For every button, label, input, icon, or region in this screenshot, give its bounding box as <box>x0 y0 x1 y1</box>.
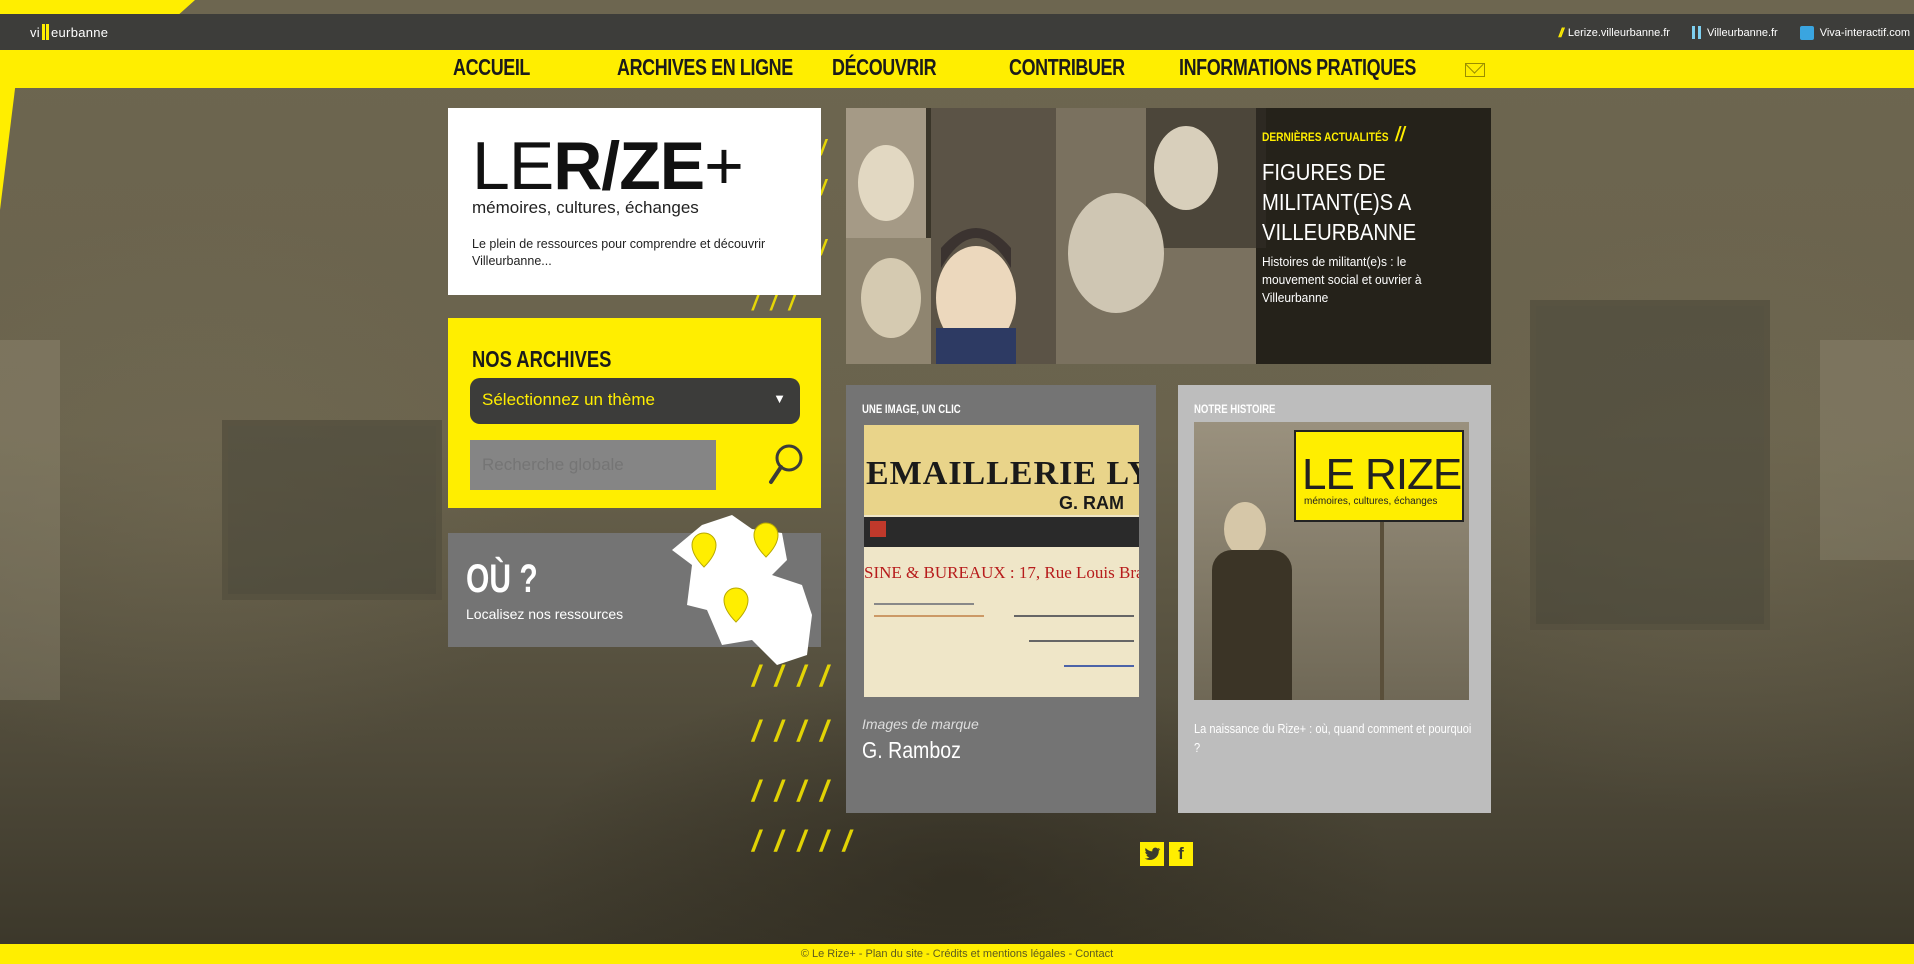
decor-slashes: / / / / <box>752 660 832 693</box>
nav-decouvrir[interactable]: DÉCOUVRIR <box>832 54 937 81</box>
hero-description: Le plein de ressources pour comprendre e… <box>472 237 766 268</box>
search-icon[interactable] <box>766 442 806 486</box>
ou-card[interactable]: OÙ ? Localisez nos ressources <box>448 515 821 665</box>
news-title[interactable]: FIGURES DE MILITANT(E)S A VILLEURBANNE <box>1262 157 1456 247</box>
notre-histoire-card[interactable]: NOTRE HISTOIRE LE RIZE mémoires, culture… <box>1178 385 1491 813</box>
nav-accueil[interactable]: ACCUEIL <box>453 54 530 81</box>
bg-window-left <box>0 340 60 700</box>
villeurbanne-logo[interactable]: vi eurbanne <box>30 24 108 40</box>
decor-slashes: / / / / <box>752 715 832 748</box>
logo-bars-icon <box>42 24 49 40</box>
image-card-title[interactable]: G. Ramboz <box>862 737 961 764</box>
decor-slashes: / / / / / <box>752 825 855 858</box>
image-card-label: UNE IMAGE, UN CLIC <box>862 402 961 416</box>
nav-informations-pratiques[interactable]: INFORMATIONS PRATIQUES <box>1179 54 1416 81</box>
social-links: f <box>1140 842 1193 866</box>
partner-links: // Lerize.villeurbanne.fr Villeurbanne.f… <box>1559 25 1914 40</box>
history-photo: LE RIZE mémoires, cultures, échanges <box>1194 422 1469 700</box>
decor-slashes: / / / / <box>752 775 832 808</box>
news-text: DERNIÈRES ACTUALITÉS// FIGURES DE MILITA… <box>1262 124 1482 307</box>
yellow-corner-top-decoration <box>0 0 195 14</box>
decor-slashes: / <box>820 175 830 200</box>
bg-window-right <box>1820 340 1914 560</box>
archives-panel: NOS ARCHIVES Sélectionnez un thème ▼ <box>448 318 821 508</box>
viva-square-icon <box>1799 25 1814 40</box>
twitter-icon[interactable] <box>1140 842 1164 866</box>
archives-title: NOS ARCHIVES <box>472 346 612 372</box>
ou-subtitle: Localisez nos ressources <box>466 606 624 622</box>
mail-icon[interactable] <box>1465 63 1485 77</box>
decor-slashes: / <box>820 235 830 260</box>
rize-slash-icon: // <box>1558 25 1564 40</box>
theme-select[interactable]: Sélectionnez un thème ▼ <box>470 378 800 424</box>
history-card-description: La naissance du Rize+ : où, quand commen… <box>1194 721 1472 755</box>
hero-tagline: mémoires, cultures, échanges <box>472 198 699 217</box>
main-navigation: ACCUEIL ARCHIVES EN LIGNE DÉCOUVRIR CONT… <box>0 50 1914 88</box>
hero-card[interactable]: LER/ZE+ mémoires, cultures, échanges Le … <box>448 108 821 295</box>
le-rize-logo: LER/ZE+ <box>472 128 744 204</box>
emaillerie-letterhead-image: EMAILLERIE LY G. RAM SINE & BUREAUX : 17… <box>864 425 1139 697</box>
history-card-label: NOTRE HISTOIRE <box>1194 402 1276 416</box>
ou-title: OÙ ? <box>466 557 538 601</box>
top-bar: vi eurbanne // Lerize.villeurbanne.fr Vil… <box>0 14 1914 50</box>
villeurbanne-bars-icon <box>1691 26 1701 39</box>
map-icon <box>672 515 812 665</box>
global-search-input[interactable] <box>470 440 716 490</box>
bg-blackboard-left <box>222 420 442 600</box>
nav-archives-en-ligne[interactable]: ARCHIVES EN LIGNE <box>617 54 793 81</box>
decor-slashes: / <box>820 135 830 160</box>
image-clic-card[interactable]: UNE IMAGE, UN CLIC EMAILLERIE LY G. RAM … <box>846 385 1156 813</box>
news-label: DERNIÈRES ACTUALITÉS// <box>1262 124 1405 146</box>
footer: © Le Rize+ - Plan du site - Crédits et m… <box>0 944 1914 964</box>
news-description: Histoires de militant(e)s : le mouvement… <box>1262 254 1422 305</box>
link-viva-interactif[interactable]: Viva-interactif.com <box>1799 25 1910 40</box>
caret-down-icon: ▼ <box>773 391 786 406</box>
link-villeurbanne[interactable]: Villeurbanne.fr <box>1691 25 1778 40</box>
bg-blackboard-right <box>1530 300 1770 630</box>
image-card-category: Images de marque <box>862 716 979 732</box>
facebook-icon[interactable]: f <box>1169 842 1193 866</box>
nav-contribuer[interactable]: CONTRIBUER <box>1009 54 1125 81</box>
news-banner[interactable]: DERNIÈRES ACTUALITÉS// FIGURES DE MILITA… <box>846 108 1491 364</box>
link-lerize[interactable]: // Lerize.villeurbanne.fr <box>1559 25 1670 40</box>
